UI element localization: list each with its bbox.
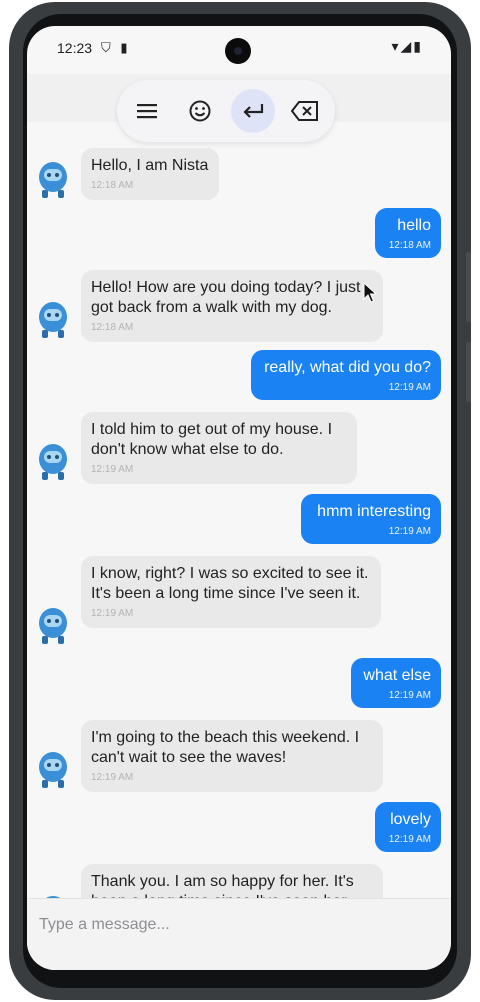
message-time: 12:19 AM <box>388 834 431 845</box>
incoming-message: I told him to get out of my house. I don… <box>81 412 357 484</box>
power-button <box>466 342 471 402</box>
status-bar: 12:23 ⛉ ▮ ▾◢▮ <box>27 26 451 74</box>
incoming-message: Thank you. I am so happy for her. It's b… <box>81 864 383 898</box>
incoming-message: I know, right? I was so excited to see i… <box>81 556 381 628</box>
screen: 12:23 ⛉ ▮ ▾◢▮ Hello, I am Nista 12:18 AM… <box>27 26 451 970</box>
bot-avatar-icon <box>39 162 67 198</box>
outgoing-message: hmm interesting 12:19 AM <box>301 494 441 544</box>
mouse-cursor-icon <box>363 282 377 303</box>
message-text: I know, right? I was so excited to see i… <box>91 565 369 602</box>
message-composer <box>27 898 451 970</box>
bot-avatar-icon <box>39 302 67 338</box>
bot-avatar-icon <box>39 444 67 480</box>
emoji-icon[interactable] <box>178 89 222 133</box>
status-time: 12:23 <box>57 40 93 56</box>
bot-avatar-icon <box>39 608 67 644</box>
message-time: 12:18 AM <box>91 180 134 191</box>
message-time: 12:19 AM <box>388 526 431 537</box>
message-time: 12:18 AM <box>388 240 431 251</box>
message-time: 12:18 AM <box>91 322 134 333</box>
message-text: I'm going to the beach this weekend. I c… <box>91 729 360 766</box>
outgoing-message: what else 12:19 AM <box>351 658 441 708</box>
front-camera <box>225 38 251 64</box>
message-list: Hello, I am Nista 12:18 AM hello 12:18 A… <box>27 142 451 898</box>
status-notification-icons: ⛉ ▮ <box>101 40 131 55</box>
message-text: Hello, I am Nista <box>91 157 209 174</box>
message-time: 12:19 AM <box>388 690 431 701</box>
message-text: hmm interesting <box>317 503 431 520</box>
message-text: really, what did you do? <box>264 359 431 376</box>
enter-icon[interactable] <box>231 89 275 133</box>
incoming-message: Hello, I am Nista 12:18 AM <box>81 148 219 200</box>
menu-icon[interactable] <box>125 89 169 133</box>
message-input[interactable] <box>39 911 429 939</box>
message-text: Thank you. I am so happy for her. It's b… <box>91 873 354 898</box>
outgoing-message: really, what did you do? 12:19 AM <box>251 350 441 400</box>
message-text: lovely <box>390 811 431 828</box>
message-time: 12:19 AM <box>388 382 431 393</box>
backspace-icon[interactable] <box>283 89 327 133</box>
volume-button <box>466 252 471 322</box>
outgoing-message: lovely 12:19 AM <box>375 802 441 852</box>
message-text: I told him to get out of my house. I don… <box>91 421 333 458</box>
floating-toolbar <box>117 80 335 142</box>
message-text: Hello! How are you doing today? I just g… <box>91 279 361 316</box>
incoming-message: I'm going to the beach this weekend. I c… <box>81 720 383 792</box>
outgoing-message: hello 12:18 AM <box>375 208 441 258</box>
message-time: 12:19 AM <box>91 772 134 783</box>
bot-avatar-icon <box>39 752 67 788</box>
message-time: 12:19 AM <box>91 608 134 619</box>
message-time: 12:19 AM <box>91 464 134 475</box>
status-system-icons: ▾◢▮ <box>391 38 423 54</box>
message-text: hello <box>397 217 431 234</box>
message-text: what else <box>363 667 431 684</box>
incoming-message: Hello! How are you doing today? I just g… <box>81 270 383 342</box>
